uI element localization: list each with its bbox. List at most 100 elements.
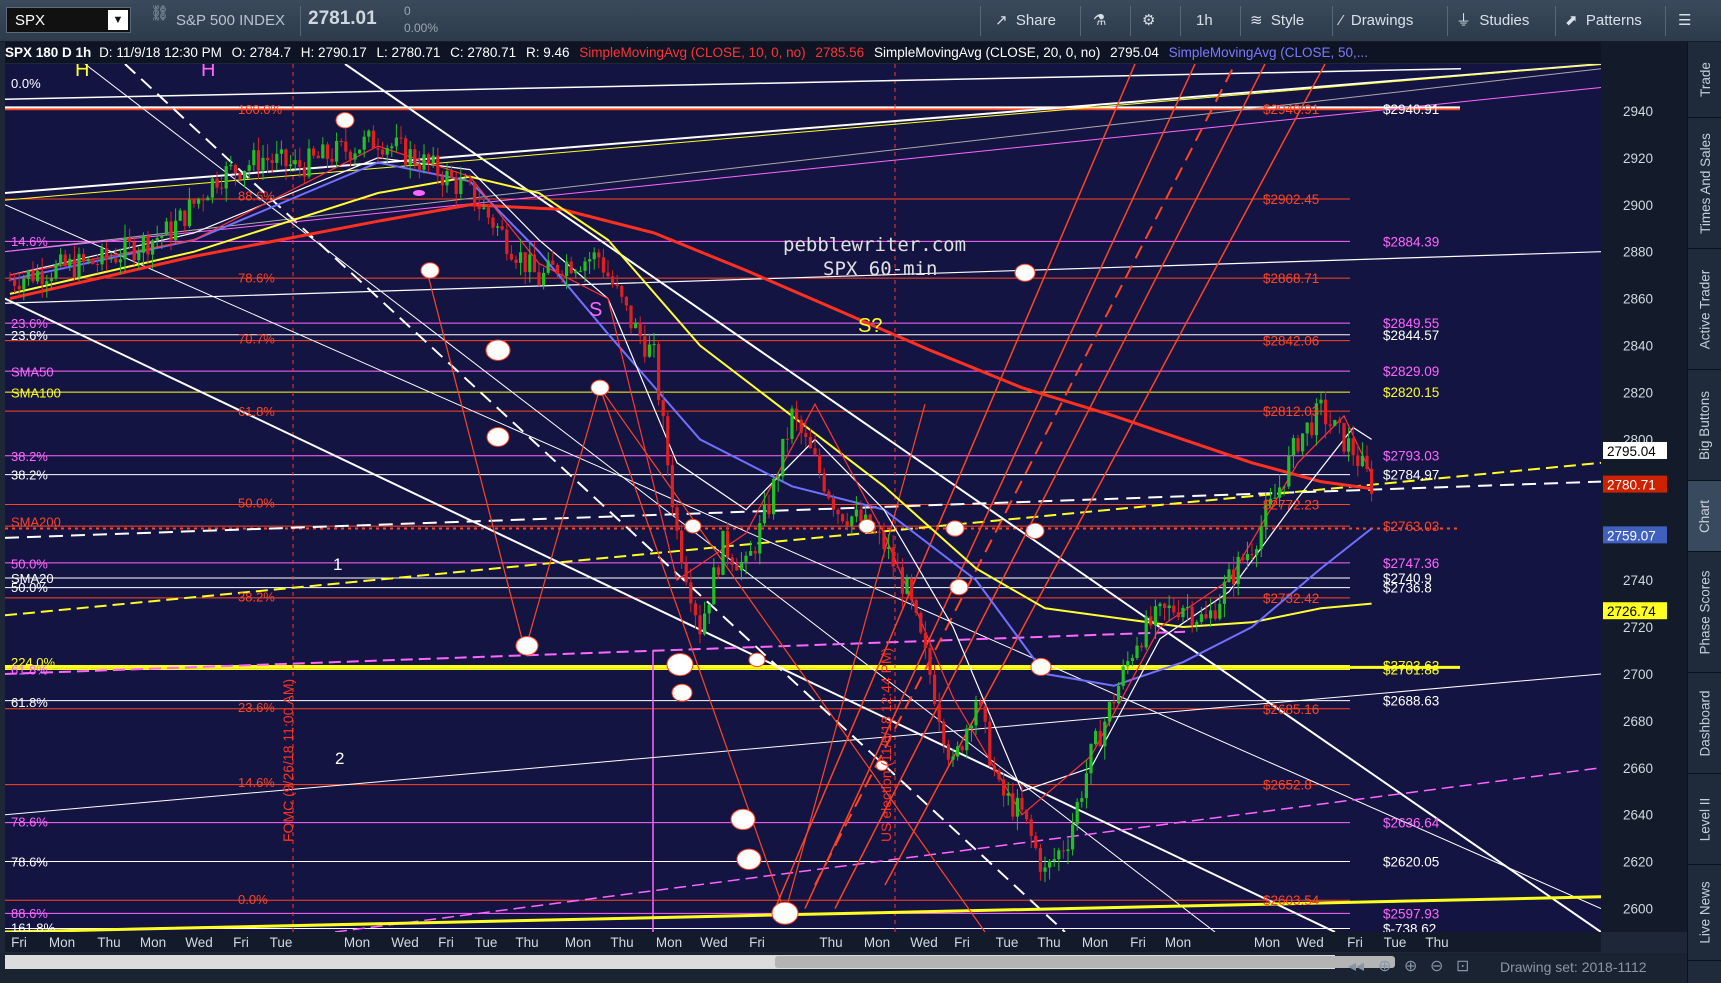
zoom-fit-icon[interactable]: ⊡ [1456,956,1469,976]
candle-body [1089,743,1093,774]
price-level-label: $2784.97 [1383,468,1439,483]
candle-body [238,173,242,179]
time-tick-label: Mon [1165,935,1191,950]
candle-body [1121,666,1125,687]
candle-body [390,146,394,149]
candle-body [712,567,716,605]
candle-body [491,217,495,228]
studies-button[interactable]: ⏚ Studies [1456,8,1529,34]
candle-body [1181,607,1185,618]
flask-icon[interactable]: ⚗ [1093,8,1106,34]
candle-body [1370,468,1374,494]
fomc-annotation: FOMC (9/26/18 11:00 AM) [280,679,296,842]
tab-big-buttons[interactable]: Big Buttons [1688,370,1721,481]
candle-body [1241,556,1245,561]
candle-body [183,210,187,227]
price-chart[interactable]: 0.0% 14.6% 23.6% 23.6% SMA50 SMA100 38.2% 38.2%… [5,64,1601,932]
gear-icon[interactable]: ⚙ [1142,8,1155,34]
candle-body [698,615,702,635]
pivot-marker [684,518,702,534]
chart-canvas[interactable]: 0.0% 14.6% 23.6% 23.6% SMA50 SMA100 38.2% 38.2%… [5,64,1601,932]
tab-level-ii[interactable]: Level II [1688,774,1721,865]
candle-body [684,563,688,583]
candle-body [896,566,900,568]
candle-body [1213,610,1217,619]
zoom-out-icon[interactable]: ⊖ [1430,956,1443,976]
patterns-button[interactable]: ⬈ Patterns [1565,8,1642,34]
candle-body [417,164,421,170]
candle-body [601,257,605,273]
price-axis[interactable]: 2600262026402660268027002720274027602780… [1601,42,1687,932]
style-button[interactable]: ≋ Style [1250,8,1304,34]
candle-body [459,179,463,194]
candle-body [325,144,329,159]
candle-body [59,254,63,265]
price-badge: 2759.07 [1603,526,1667,544]
time-scrollbar[interactable] [5,955,1395,969]
time-tick-label: Fri [1130,935,1146,950]
share-button[interactable]: ↗ Share [995,8,1056,34]
bar-range: R: 9.46 [525,45,570,60]
price-level-label: $2620.05 [1383,855,1439,870]
candle-body [1103,721,1107,747]
candle-body [827,491,831,499]
candle-body [293,160,297,165]
rising-channel-line [804,64,1196,909]
tab-live-news-label: Live News [1697,881,1713,944]
tab-active-trader[interactable]: Active Trader [1688,249,1721,370]
tab-times-and-sales[interactable]: Times And Sales [1688,118,1721,249]
scrollbar-thumb[interactable] [775,956,1395,968]
candle-body [45,281,49,285]
candle-body [500,226,504,230]
candle-body [606,272,610,277]
scroll-back-icon[interactable]: ◂◂ [1348,956,1364,976]
candle-body [192,199,196,204]
chart-header: SPX 180 D 1h [5,45,92,60]
candle-body [1071,824,1075,850]
candle-body [123,237,127,260]
tab-chart[interactable]: Chart [1688,481,1721,552]
price-tick-label: 2880 [1623,245,1653,260]
fib-label: 70.7% [238,331,275,346]
drawings-button[interactable]: ⁄ Drawings [1340,8,1413,34]
candle-body [703,613,707,635]
candle-body [638,322,642,337]
candle-body [1319,399,1323,404]
link-icon[interactable]: ⛓ [150,4,169,22]
price-change: 0 [404,4,411,18]
candle-body [243,170,247,179]
symbol-dropdown-icon[interactable]: ▼ [108,10,128,30]
price-axis-canvas: 2600262026402660268027002720274027602780… [1603,104,1667,917]
candle-body [1232,569,1236,585]
candle-body [661,400,665,417]
candle-body [620,286,624,297]
candle-body [160,235,164,238]
candle-body [72,258,76,278]
bar-open: O: 2784.7 [231,45,291,60]
bar-date: D: 11/9/18 12:30 PM [99,45,222,60]
candle-body [689,582,693,604]
candle-body [647,344,651,357]
sma20-label: SimpleMovingAvg (CLOSE, 20, 0, no) [873,45,1101,60]
candle-body [330,158,334,162]
zoom-in-icon[interactable]: ⊕ [1404,956,1417,976]
tab-live-news[interactable]: Live News [1688,865,1721,961]
menu-icon[interactable]: ☰ [1678,8,1691,34]
tab-phase-scores[interactable]: Phase Scores [1688,552,1721,673]
candle-body [13,280,17,286]
tab-dashboard[interactable]: Dashboard [1688,673,1721,774]
candle-body [666,416,670,466]
tab-trade[interactable]: Trade [1688,42,1721,118]
candle-body [1236,556,1240,585]
candle-body [891,547,895,567]
crosshair-icon[interactable]: ⊕ [1378,956,1391,976]
candle-body [1126,660,1130,667]
time-axis[interactable]: Fri Mon Thu Mon Wed Fri Tue Mon Wed Fri Tue Thu Mon T… [5,932,1601,952]
candle-body [473,182,477,207]
candle-body [905,578,909,594]
symbol-input[interactable]: SPX ▼ [6,7,131,33]
candle-body [339,140,343,142]
timeframe-button[interactable]: 1h [1196,8,1213,34]
candle-body [611,276,615,285]
price-tick-label: 2600 [1623,902,1653,917]
